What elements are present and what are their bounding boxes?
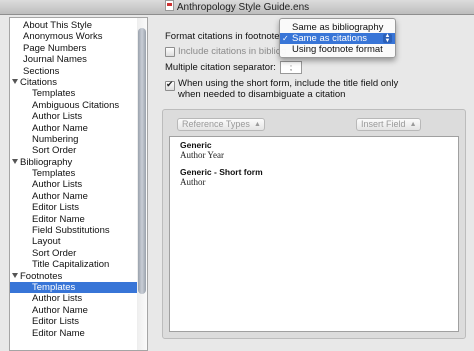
sidebar-item-label: Author Name [32, 122, 88, 134]
short-form-label-line2: when needed to disambiguate a citation [178, 89, 346, 100]
updown-arrow-icon: ▲ [253, 121, 261, 128]
sidebar-item-label: Sort Order [32, 247, 77, 259]
sidebar-item-label: Journal Names [23, 54, 87, 66]
format-citations-label: Format citations in footnotes: [165, 31, 287, 42]
sidebar-item[interactable]: Layout [10, 236, 138, 247]
sidebar-item-label: Anonymous Works [23, 31, 103, 43]
sidebar-item[interactable]: Author Name [10, 191, 138, 202]
disclosure-triangle-icon[interactable] [12, 158, 18, 164]
sidebar-item-label: Author Lists [32, 293, 83, 305]
menu-option-using-footnote-format[interactable]: Using footnote format [280, 44, 395, 55]
sidebar-item-label: Page Numbers [23, 42, 87, 54]
sidebar-item[interactable]: Author Lists [10, 111, 138, 122]
insert-field-popup[interactable]: Insert Field ▲ [356, 118, 421, 131]
sidebar-item-label: Field Substitutions [32, 225, 110, 237]
include-citations-label: Include citations in bibliog [178, 46, 287, 57]
sidebar: About This Style Anonymous Works Page Numb… [9, 17, 139, 351]
insert-field-label: Insert Field [361, 119, 406, 129]
footnotes-templates-panel: Format citations in footnotes: Include c… [152, 17, 474, 349]
sidebar-item[interactable]: Journal Names [10, 54, 138, 65]
sidebar-item-label: Sections [23, 65, 60, 77]
sidebar-item-label: Editor Lists [32, 316, 79, 328]
preview-value[interactable]: Author Year [180, 150, 224, 160]
sidebar-item[interactable]: Ambiguous Citations [10, 100, 138, 111]
sidebar-item[interactable]: Anonymous Works [10, 31, 138, 42]
sidebar-item[interactable]: Editor Name [10, 214, 138, 225]
sidebar-item[interactable]: Editor Lists [10, 316, 138, 327]
document-icon [164, 0, 174, 11]
separator-field[interactable]: ; [280, 61, 302, 74]
sidebar-item[interactable]: Author Lists [10, 293, 138, 304]
sidebar-item-label: Layout [32, 236, 61, 248]
sidebar-group[interactable]: Citations [10, 77, 138, 88]
disclosure-triangle-icon[interactable] [12, 272, 18, 278]
include-citations-checkbox[interactable] [165, 47, 175, 57]
sidebar-item-label: Templates [32, 281, 76, 293]
sidebar-item-label: Templates [32, 168, 76, 180]
sidebar-item-label: Title Capitalization [32, 259, 110, 271]
checkmark-icon: ✓ [282, 34, 289, 43]
template-preview[interactable]: Generic Author Year Generic - Short form… [169, 136, 459, 332]
sidebar-item-label: Ambiguous Citations [32, 99, 120, 111]
sidebar-item-label: Author Lists [32, 111, 83, 123]
preview-value[interactable]: Author [180, 177, 206, 187]
sidebar-tree: About This Style Anonymous Works Page Numb… [10, 18, 138, 339]
sidebar-item[interactable]: Page Numbers [10, 43, 138, 54]
sidebar-item-label: Citations [20, 76, 57, 88]
sidebar-scroll-thumb[interactable] [138, 28, 146, 294]
sidebar-item[interactable]: Author Name [10, 123, 138, 134]
sidebar-item[interactable]: Sections [10, 66, 138, 77]
sidebar-item-label: Author Lists [32, 179, 83, 191]
reference-types-popup[interactable]: Reference Types ▲ [177, 118, 265, 131]
updown-arrow-icon: ▲ [409, 121, 417, 128]
format-citations-dropdown-menu[interactable]: Same as bibliography ✓ Same as citations… [279, 18, 396, 58]
disclosure-triangle-icon[interactable] [12, 78, 18, 84]
sidebar-item[interactable]: Field Substitutions [10, 225, 138, 236]
sidebar-item[interactable]: Sort Order [10, 248, 138, 259]
sidebar-item-label: Editor Name [32, 213, 85, 225]
updown-arrows-icon: ▲ ▼ [383, 33, 392, 44]
sidebar-item[interactable]: Sort Order [10, 145, 138, 156]
sidebar-item[interactable]: Editor Lists [10, 202, 138, 213]
short-form-checkbox[interactable] [165, 79, 175, 91]
reference-types-label: Reference Types [182, 119, 250, 129]
separator-label: Multiple citation separator: [165, 62, 276, 73]
sidebar-item[interactable]: Editor Name [10, 328, 138, 339]
sidebar-group[interactable]: Bibliography [10, 157, 138, 168]
sidebar-item-label: Templates [32, 88, 76, 100]
sidebar-item-label: Author Name [32, 190, 88, 202]
sidebar-item[interactable]: Author Lists [10, 179, 138, 190]
window-title-bar: Anthropology Style Guide.ens [0, 0, 474, 15]
template-editor-box: Reference Types ▲ Insert Field ▲ Generic… [162, 109, 466, 339]
sidebar-item-label: About This Style [23, 20, 93, 31]
preview-title: Generic [180, 140, 212, 150]
menu-option-same-as-bibliography[interactable]: Same as bibliography [280, 22, 395, 33]
sidebar-item[interactable]: About This Style [10, 20, 138, 31]
sidebar-item-label: Sort Order [32, 145, 77, 157]
sidebar-item-label: Numbering [32, 133, 79, 145]
sidebar-group[interactable]: Footnotes [10, 271, 138, 282]
sidebar-item[interactable]: Templates [10, 88, 138, 99]
sidebar-item[interactable]: Author Name [10, 305, 138, 316]
sidebar-item[interactable]: Templates [10, 168, 138, 179]
sidebar-scrollbar[interactable] [137, 17, 148, 351]
menu-option-same-as-citations[interactable]: ✓ Same as citations ▲ ▼ [280, 33, 395, 44]
sidebar-item-label: Editor Lists [32, 202, 79, 214]
preview-title: Generic - Short form [180, 167, 263, 177]
sidebar-item[interactable]: Templates [10, 281, 138, 294]
sidebar-item-label: Editor Name [32, 327, 85, 339]
sidebar-item-label: Bibliography [20, 156, 73, 168]
sidebar-item-label: Author Name [32, 304, 88, 316]
sidebar-item-label: Footnotes [20, 270, 63, 282]
window-title: Anthropology Style Guide.ens [176, 2, 310, 13]
sidebar-item[interactable]: Title Capitalization [10, 259, 138, 270]
sidebar-item[interactable]: Numbering [10, 134, 138, 145]
short-form-label-line1: When using the short form, include the t… [178, 78, 399, 89]
